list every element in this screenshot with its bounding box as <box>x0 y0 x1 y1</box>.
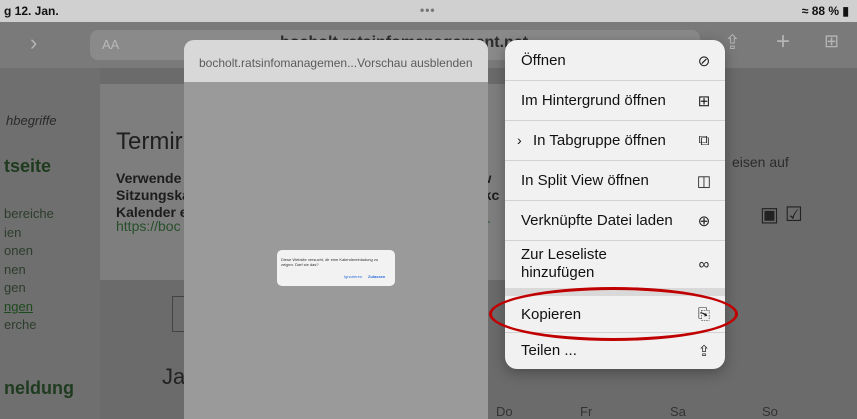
menu-item-label-line: hinzufügen <box>521 264 595 281</box>
menu-item-label: In Tabgruppe öffnen <box>533 132 666 149</box>
menu-item-label: Zur Leseliste hinzufügen <box>521 246 607 282</box>
menu-item-label-line: Zur Leseliste <box>521 246 607 263</box>
status-bar: g 12. Jan. ••• ≈ 88 % ▮ <box>0 0 857 22</box>
weekday-label: Sa <box>670 404 686 419</box>
compass-icon: ⊘ <box>697 53 711 70</box>
status-time: g 12. Jan. <box>4 4 59 18</box>
menu-item-reading-list[interactable]: Zur Leseliste hinzufügen ∞ <box>505 241 725 288</box>
copy-highlight-circle <box>489 287 738 341</box>
link-preview-panel[interactable]: bocholt.ratsinfomanagemen...Vorschau aus… <box>184 40 488 419</box>
sidebar-search-input[interactable]: hbegriffe <box>0 108 86 134</box>
background-text: eisen auf <box>732 154 789 170</box>
preview-alert-allow-button: Zulassen <box>368 274 386 279</box>
menu-item-label: Verknüpfte Datei laden <box>521 212 673 229</box>
chevron-right-icon: › <box>517 132 522 148</box>
weekday-label: Do <box>496 404 513 419</box>
arrow-square-icon: ⧉ <box>698 132 710 149</box>
dialog-title: Termir <box>116 128 183 155</box>
sidebar-item[interactable]: ngen <box>4 298 54 317</box>
sidebar-item[interactable]: nen <box>4 261 54 280</box>
sidebar-item[interactable]: erche <box>4 316 54 335</box>
sidebar-list: bereiche ien onen nen gen ngen erche <box>4 205 54 335</box>
plus-square-icon: ⊞ <box>697 93 711 110</box>
sidebar-heading-login: neldung <box>4 378 74 398</box>
share-icon[interactable]: ⇪ <box>724 30 741 55</box>
sidebar-item[interactable]: onen <box>4 242 54 261</box>
download-icon: ⊕ <box>697 213 711 230</box>
tab-overview-icon[interactable]: ⊞ <box>824 31 839 52</box>
menu-item-open[interactable]: Öffnen ⊘ <box>505 40 725 81</box>
sidebar: hbegriffe tseite bereiche ien onen nen g… <box>0 68 100 419</box>
split-view-icon: ◫ <box>696 173 712 190</box>
reader-options-button[interactable]: AA <box>102 37 119 52</box>
menu-item-open-background[interactable]: Im Hintergrund öffnen ⊞ <box>505 81 725 121</box>
multitasking-dots-icon[interactable]: ••• <box>420 3 436 17</box>
share-icon: ⇪ <box>697 343 711 360</box>
menu-item-download-linked-file[interactable]: Verknüpfte Datei laden ⊕ <box>505 201 725 241</box>
dialog-body-line: Sitzungska <box>116 187 190 203</box>
weekday-label: Fr <box>580 404 593 419</box>
calendar-month: Ja <box>162 364 186 389</box>
calendar-star-icon[interactable]: ▣ <box>760 204 785 226</box>
calendar-check-icon[interactable]: ☑ <box>785 204 809 226</box>
forward-icon[interactable]: › <box>30 30 37 56</box>
calendar-icons[interactable]: ▣☑ <box>760 202 809 227</box>
menu-item-label: Teilen ... <box>521 342 577 359</box>
sidebar-heading-start: tseite <box>4 156 52 176</box>
preview-alert-ignore-button: Ignorieren <box>344 274 363 279</box>
menu-item-label: Im Hintergrund öffnen <box>521 92 666 109</box>
preview-header[interactable]: bocholt.ratsinfomanagemen...Vorschau aus… <box>184 40 488 82</box>
dialog-body-line: Verwende <box>116 170 182 186</box>
weekday-label: So <box>762 404 778 419</box>
battery-indicator: ≈ 88 % ▮ <box>801 4 849 18</box>
menu-item-open-tab-group[interactable]: › In Tabgruppe öffnen ⧉ <box>505 121 725 161</box>
sidebar-item[interactable]: bereiche <box>4 205 54 224</box>
menu-item-label: In Split View öffnen <box>521 172 649 189</box>
dialog-link[interactable]: https://boc <box>116 218 181 234</box>
dialog-body: Verwende Sitzungska Kalender e <box>116 170 190 221</box>
menu-item-label: Öffnen <box>521 52 566 69</box>
menu-item-split-view[interactable]: In Split View öffnen ◫ <box>505 161 725 201</box>
glasses-icon: ∞ <box>698 256 710 273</box>
sidebar-item[interactable]: gen <box>4 279 54 298</box>
preview-alert-message: Diese Website versucht, dir eine Kalende… <box>281 257 379 267</box>
sidebar-item[interactable]: ien <box>4 224 54 243</box>
preview-alert: Diese Website versucht, dir eine Kalende… <box>277 250 395 286</box>
new-tab-icon[interactable]: + <box>776 28 790 56</box>
